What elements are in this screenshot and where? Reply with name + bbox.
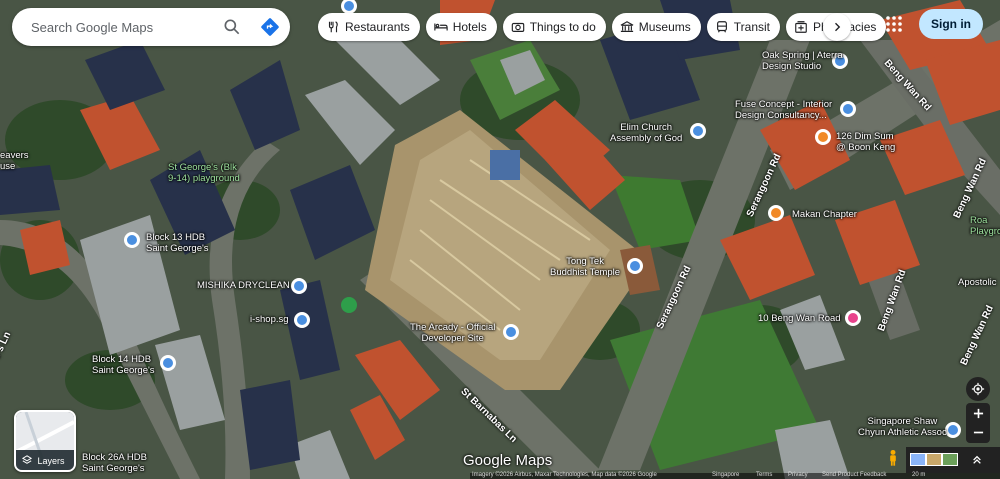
chip-label: Hotels: [452, 20, 487, 34]
place-label-126-dim-sum[interactable]: 126 Dim Sum @ Boon Keng: [836, 131, 895, 153]
search-box[interactable]: [12, 8, 290, 46]
chip-things-to-do[interactable]: Things to do: [502, 13, 606, 41]
place-label-i-shop[interactable]: i-shop.sg: [250, 314, 289, 325]
hotel-icon: [434, 23, 448, 31]
category-chips: Restaurants Hotels Things to do Museums …: [318, 13, 887, 41]
layers-label: Layers: [37, 456, 65, 466]
place-label-makan-chapter[interactable]: Makan Chapter: [792, 209, 857, 220]
place-label-playground-right[interactable]: Roa Playgro: [970, 215, 1000, 237]
camera-icon: [511, 22, 524, 32]
pegman-icon[interactable]: [886, 448, 900, 468]
place-label-block-13[interactable]: Block 13 HDB Saint George's: [146, 232, 209, 254]
search-icon[interactable]: [222, 17, 242, 37]
terrain-thumbnail[interactable]: [926, 453, 942, 466]
chip-transit[interactable]: Transit: [706, 13, 781, 41]
location-target-icon: [971, 382, 985, 396]
chevron-right-icon: [835, 22, 841, 32]
place-label-mishika-dryclean[interactable]: MISHIKA DRYCLEAN: [197, 280, 290, 291]
chip-restaurants[interactable]: Restaurants: [318, 13, 420, 41]
museum-icon: [620, 21, 634, 32]
satellite-thumbnail[interactable]: [942, 453, 958, 466]
google-maps-logo: Google Maps: [463, 452, 553, 469]
terms-link[interactable]: Terms: [756, 472, 772, 478]
chip-hotels[interactable]: Hotels: [425, 13, 497, 41]
scale-label[interactable]: 20 m: [912, 472, 925, 478]
chip-label: Transit: [733, 20, 771, 34]
imagery-toolbar: [906, 447, 1000, 473]
place-label-apostolic[interactable]: Apostolic: [958, 277, 997, 288]
restaurant-icon: [328, 21, 338, 33]
place-label-st-georges-playground[interactable]: St George's (Blk 9-14) playground: [168, 162, 240, 184]
place-label-weavers[interactable]: eavers use: [0, 150, 29, 172]
sign-in-button[interactable]: Sign in: [919, 9, 983, 39]
place-label-10-beng-wan-road[interactable]: 10 Beng Wan Road: [758, 313, 841, 324]
zoom-in-icon[interactable]: [973, 408, 984, 419]
globe-view-thumbnail[interactable]: [910, 453, 926, 466]
pharmacy-icon: [795, 21, 807, 33]
region-link[interactable]: Singapore: [712, 472, 739, 478]
chips-next-button[interactable]: [823, 13, 851, 41]
chip-label: Restaurants: [345, 20, 410, 34]
apps-grid-icon[interactable]: [885, 15, 903, 33]
imagery-attribution: Imagery ©2026 Airbus, Maxar Technologies…: [472, 472, 657, 478]
chip-label: Things to do: [529, 20, 596, 34]
zoom-controls: [966, 403, 990, 443]
search-input[interactable]: [29, 18, 213, 36]
place-label-block-14[interactable]: Block 14 HDB Saint George's: [92, 354, 155, 376]
place-label-tong-tek-temple[interactable]: Tong Tek Buddhist Temple: [550, 256, 620, 278]
place-label-block-26a[interactable]: Block 26A HDB Saint George's: [82, 452, 147, 474]
transit-icon: [716, 21, 727, 33]
chip-label: Museums: [638, 20, 691, 34]
feedback-link[interactable]: Send Product Feedback: [822, 472, 886, 478]
place-label-oak-spring[interactable]: Oak Spring | Aterra Design Studio: [762, 50, 843, 72]
layers-button[interactable]: Layers: [14, 410, 76, 472]
my-location-button[interactable]: [966, 377, 990, 401]
place-label-elim-church[interactable]: Elim Church Assembly of God: [610, 122, 682, 144]
chevron-up-icon[interactable]: [972, 455, 982, 465]
chip-museums[interactable]: Museums: [611, 13, 701, 41]
place-label-singapore-shaw[interactable]: Singapore Shaw Chyun Athletic Assoc: [858, 416, 947, 438]
zoom-out-icon[interactable]: [973, 427, 984, 438]
place-label-the-arcady[interactable]: The Arcady - Official Developer Site: [410, 322, 495, 344]
place-label-fuse-concept[interactable]: Fuse Concept - Interior Design Consultan…: [735, 99, 832, 121]
directions-icon[interactable]: [260, 17, 280, 37]
privacy-link[interactable]: Privacy: [788, 472, 808, 478]
